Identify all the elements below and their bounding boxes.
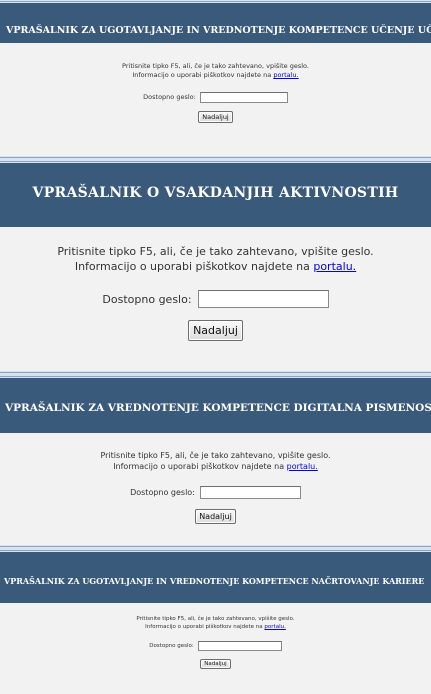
instruction-text: Pritisnite tipko F5, ali, če je tako zah… (100, 451, 331, 460)
panel-title: VPRAŠALNIK ZA VREDNOTENJE KOMPETENCE DIG… (5, 402, 431, 414)
password-input[interactable] (199, 486, 301, 499)
panel-title: VPRAŠALNIK ZA UGOTAVLJANJE IN VREDNOTENJ… (4, 576, 425, 586)
password-label: Dostopno geslo: (143, 93, 196, 101)
portal-link[interactable]: portalu. (313, 260, 356, 273)
continue-button[interactable]: Nadaljuj (195, 509, 236, 524)
password-label: Dostopno geslo: (130, 488, 195, 497)
instruction-text: Pritisnite tipko F5, ali, če je tako zah… (122, 62, 309, 70)
password-input[interactable] (197, 290, 329, 308)
password-row: Dostopno geslo: (0, 641, 431, 651)
panel-title: VPRAŠALNIK O VSAKDANJIH AKTIVNOSTIH (32, 185, 399, 201)
panel-body: Pritisnite tipko F5, ali, če je tako zah… (0, 450, 431, 524)
login-panel-digitalna-pismenost: VPRAŠALNIK ZA VREDNOTENJE KOMPETENCE DIG… (0, 375, 431, 545)
panel-body: Pritisnite tipko F5, ali, če je tako zah… (0, 62, 431, 123)
continue-button[interactable]: Nadaljuj (198, 111, 233, 123)
password-label: Dostopno geslo: (102, 292, 192, 306)
password-row: Dostopno geslo: (0, 290, 431, 308)
password-row: Dostopno geslo: (0, 486, 431, 499)
password-input[interactable] (197, 641, 282, 651)
password-label: Dostopno geslo: (149, 643, 194, 649)
cookie-info-line: Informacijo o uporabi piškotkov najdete … (0, 71, 431, 80)
password-input[interactable] (199, 92, 288, 103)
instruction-text: Pritisnite tipko F5, ali, če je tako zah… (136, 616, 295, 622)
cookie-info-text: Informacijo o uporabi piškotkov najdete … (145, 624, 263, 630)
panel-header: VPRAŠALNIK O VSAKDANJIH AKTIVNOSTIH (0, 163, 431, 227)
portal-link[interactable]: portalu. (287, 462, 318, 471)
login-panel-vsakdanje-aktivnosti: VPRAŠALNIK O VSAKDANJIH AKTIVNOSTIH Prit… (0, 160, 431, 372)
portal-link[interactable]: portalu. (264, 624, 285, 630)
login-panel-nacrtovanje-kariere: VPRAŠALNIK ZA UGOTAVLJANJE IN VREDNOTENJ… (0, 549, 431, 694)
panel-header: VPRAŠALNIK ZA UGOTAVLJANJE IN VREDNOTENJ… (0, 3, 431, 43)
cookie-info-text: Informacijo o uporabi piškotkov najdete … (74, 260, 310, 273)
password-row: Dostopno geslo: (0, 92, 431, 103)
panel-header: VPRAŠALNIK ZA UGOTAVLJANJE IN VREDNOTENJ… (0, 552, 431, 603)
cookie-info-text: Informacijo o uporabi piškotkov najdete … (132, 71, 272, 79)
panel-title: VPRAŠALNIK ZA UGOTAVLJANJE IN VREDNOTENJ… (6, 25, 431, 36)
cookie-info-line: Informacijo o uporabi piškotkov najdete … (0, 461, 431, 472)
portal-link[interactable]: portalu. (273, 71, 298, 79)
continue-button[interactable]: Nadaljuj (188, 320, 243, 341)
cookie-info-text: Informacijo o uporabi piškotkov najdete … (113, 462, 285, 471)
instruction-text: Pritisnite tipko F5, ali, če je tako zah… (57, 245, 374, 258)
panel-body: Pritisnite tipko F5, ali, če je tako zah… (0, 244, 431, 341)
cookie-info-line: Informacijo o uporabi piškotkov najdete … (0, 623, 431, 631)
panel-body: Pritisnite tipko F5, ali, če je tako zah… (0, 615, 431, 669)
cookie-info-line: Informacijo o uporabi piškotkov najdete … (0, 259, 431, 274)
continue-button[interactable]: Nadaljuj (200, 659, 231, 669)
login-panel-ucenje-ucenja: VPRAŠALNIK ZA UGOTAVLJANJE IN VREDNOTENJ… (0, 0, 431, 156)
panel-header: VPRAŠALNIK ZA VREDNOTENJE KOMPETENCE DIG… (0, 378, 431, 433)
